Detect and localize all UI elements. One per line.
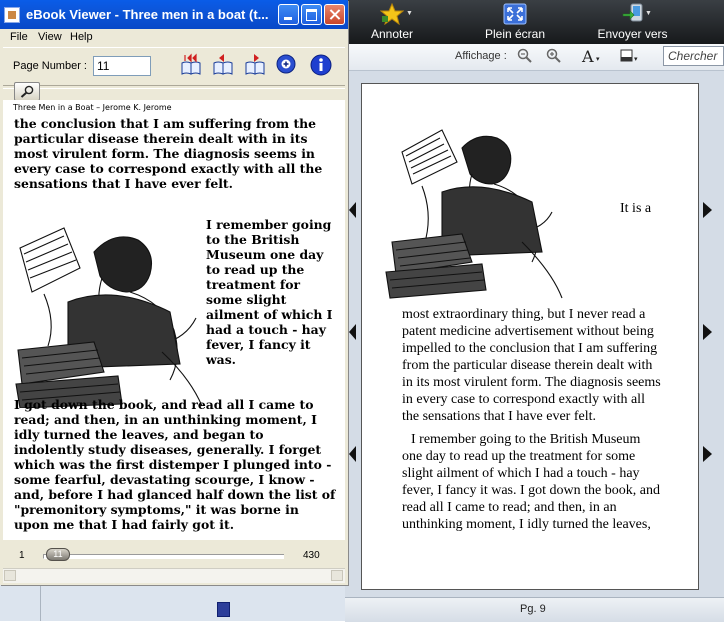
next-page-arrow-icon[interactable] [703, 324, 712, 340]
annotate-label: Annoter [370, 27, 414, 41]
chevron-down-icon: ▼ [406, 10, 413, 17]
menu-bar: File View Help [3, 29, 345, 47]
display-label: Affichage : [455, 50, 507, 62]
page-paragraph: I remember going to the British Museum o… [402, 432, 660, 532]
page-paragraph: most extraordinary thing, but I never re… [402, 307, 661, 424]
svg-text:A: A [581, 48, 594, 64]
minimize-button[interactable] [278, 4, 299, 25]
search-input[interactable]: Chercher [663, 46, 724, 66]
position-marker[interactable] [217, 602, 230, 617]
maximize-button[interactable] [301, 4, 322, 25]
book-reading-area: Three Men in a Boat – Jerome K. Jerome t… [3, 100, 345, 540]
book-page: It is a most extraordinary thing, but I … [361, 83, 699, 590]
book-paragraph: the conclusion that I am suffering from … [14, 116, 323, 191]
page-indicator: Pg. 9 [520, 603, 546, 615]
divider [40, 585, 41, 621]
find-button[interactable] [14, 82, 40, 101]
menu-help[interactable]: Help [70, 31, 93, 43]
magnifier-icon [20, 85, 34, 98]
svg-text:▾: ▾ [634, 55, 638, 63]
svg-text:▾: ▾ [596, 55, 600, 63]
previous-page-arrow-icon[interactable] [349, 446, 356, 462]
annotate-button[interactable]: ▼ Annoter [362, 0, 422, 44]
page-body-text: most extraordinary thing, but I never re… [402, 306, 664, 539]
menu-file[interactable]: File [10, 31, 28, 43]
first-page-icon[interactable] [179, 53, 203, 77]
info-icon[interactable] [309, 53, 333, 77]
left-status-strip [0, 585, 345, 621]
fullscreen-icon [503, 3, 527, 25]
reading-man-illustration [15, 227, 203, 408]
send-to-label: Envoyer vers [597, 27, 668, 41]
slider-track[interactable] [43, 554, 284, 559]
next-page-icon[interactable] [243, 53, 267, 77]
page-number-label: Page Number : [13, 60, 87, 72]
viewer-toolbar: Page Number : 11 [3, 47, 345, 85]
status-bar: Pg. 9 [345, 597, 724, 622]
horizontal-scrollbar[interactable] [3, 568, 345, 583]
reader-content-area: It is a most extraordinary thing, but I … [345, 71, 724, 597]
zoom-in-icon[interactable] [546, 48, 562, 64]
next-page-arrow-icon[interactable] [703, 446, 712, 462]
window-title: eBook Viewer - Three men in a boat (t... [26, 7, 269, 22]
page-number-input[interactable]: 11 [93, 56, 151, 76]
menu-view[interactable]: View [38, 31, 62, 43]
zoom-icon[interactable] [275, 53, 299, 77]
scroll-left-button[interactable] [4, 570, 16, 581]
zoom-out-icon[interactable] [517, 48, 533, 64]
send-device-icon [622, 3, 642, 22]
previous-page-icon[interactable] [211, 53, 235, 77]
star-icon [380, 3, 404, 25]
previous-page-arrow-icon[interactable] [349, 202, 356, 218]
page-inline-text: It is a [620, 201, 652, 216]
running-header: Three Men in a Boat – Jerome K. Jerome [13, 103, 172, 112]
next-page-arrow-icon[interactable] [703, 202, 712, 218]
reading-man-illustration [385, 129, 563, 299]
slider-max-label: 430 [303, 550, 320, 561]
scroll-right-button[interactable] [331, 570, 343, 581]
font-size-icon[interactable]: A ▾ [581, 48, 605, 64]
previous-page-arrow-icon[interactable] [349, 324, 356, 340]
ebook-viewer-window: eBook Viewer - Three men in a boat (t...… [0, 0, 348, 585]
slider-thumb[interactable]: 11 [45, 548, 70, 561]
fullscreen-button[interactable]: Plein écran [475, 0, 555, 44]
book-paragraph: I remember going to the British Museum o… [206, 217, 333, 367]
page-slider: 1 11 430 [3, 542, 345, 568]
fullscreen-label: Plein écran [484, 27, 546, 41]
divider [3, 85, 345, 89]
display-toolbar: Affichage : A ▾ ▾ Chercher [345, 44, 724, 71]
title-bar[interactable]: eBook Viewer - Three men in a boat (t... [0, 0, 348, 29]
app-icon [4, 7, 20, 23]
close-button[interactable] [324, 4, 345, 25]
book-paragraph: I got down the book, and read all I came… [14, 397, 336, 532]
page-layout-icon[interactable]: ▾ [619, 48, 643, 64]
send-to-button[interactable]: ▼ Envoyer vers [585, 0, 680, 44]
chevron-down-icon: ▼ [645, 10, 652, 17]
slider-min-label: 1 [19, 550, 25, 561]
